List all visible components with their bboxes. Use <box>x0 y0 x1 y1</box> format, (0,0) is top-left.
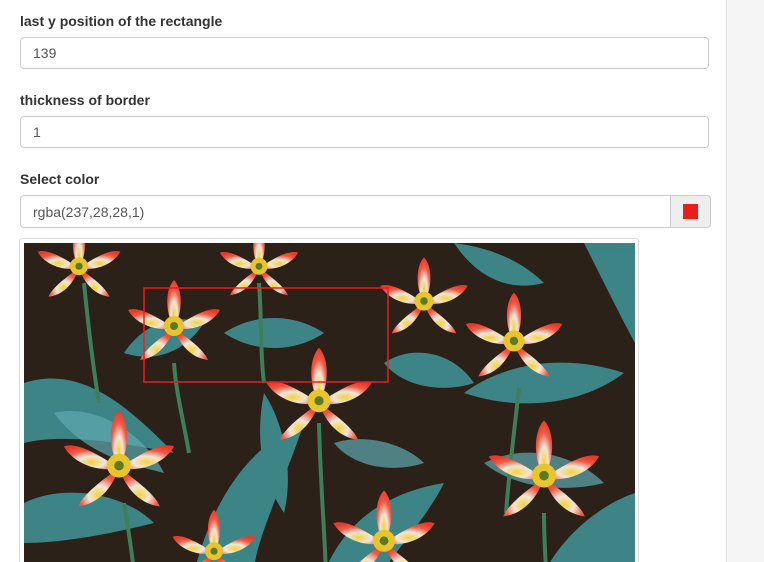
color-picker-button[interactable] <box>670 195 711 228</box>
border-thickness-input[interactable] <box>20 116 709 148</box>
color-picker-group <box>20 195 711 228</box>
settings-panel: last y position of the rectangle thickne… <box>0 0 727 562</box>
last-y-label: last y position of the rectangle <box>20 13 223 29</box>
border-thickness-label: thickness of border <box>20 92 150 108</box>
image-preview-frame <box>19 238 639 562</box>
color-swatch <box>683 204 698 219</box>
tulip-photo[interactable] <box>24 243 635 562</box>
last-y-input[interactable] <box>20 37 709 69</box>
select-color-label: Select color <box>20 171 100 187</box>
color-input[interactable] <box>20 195 670 228</box>
